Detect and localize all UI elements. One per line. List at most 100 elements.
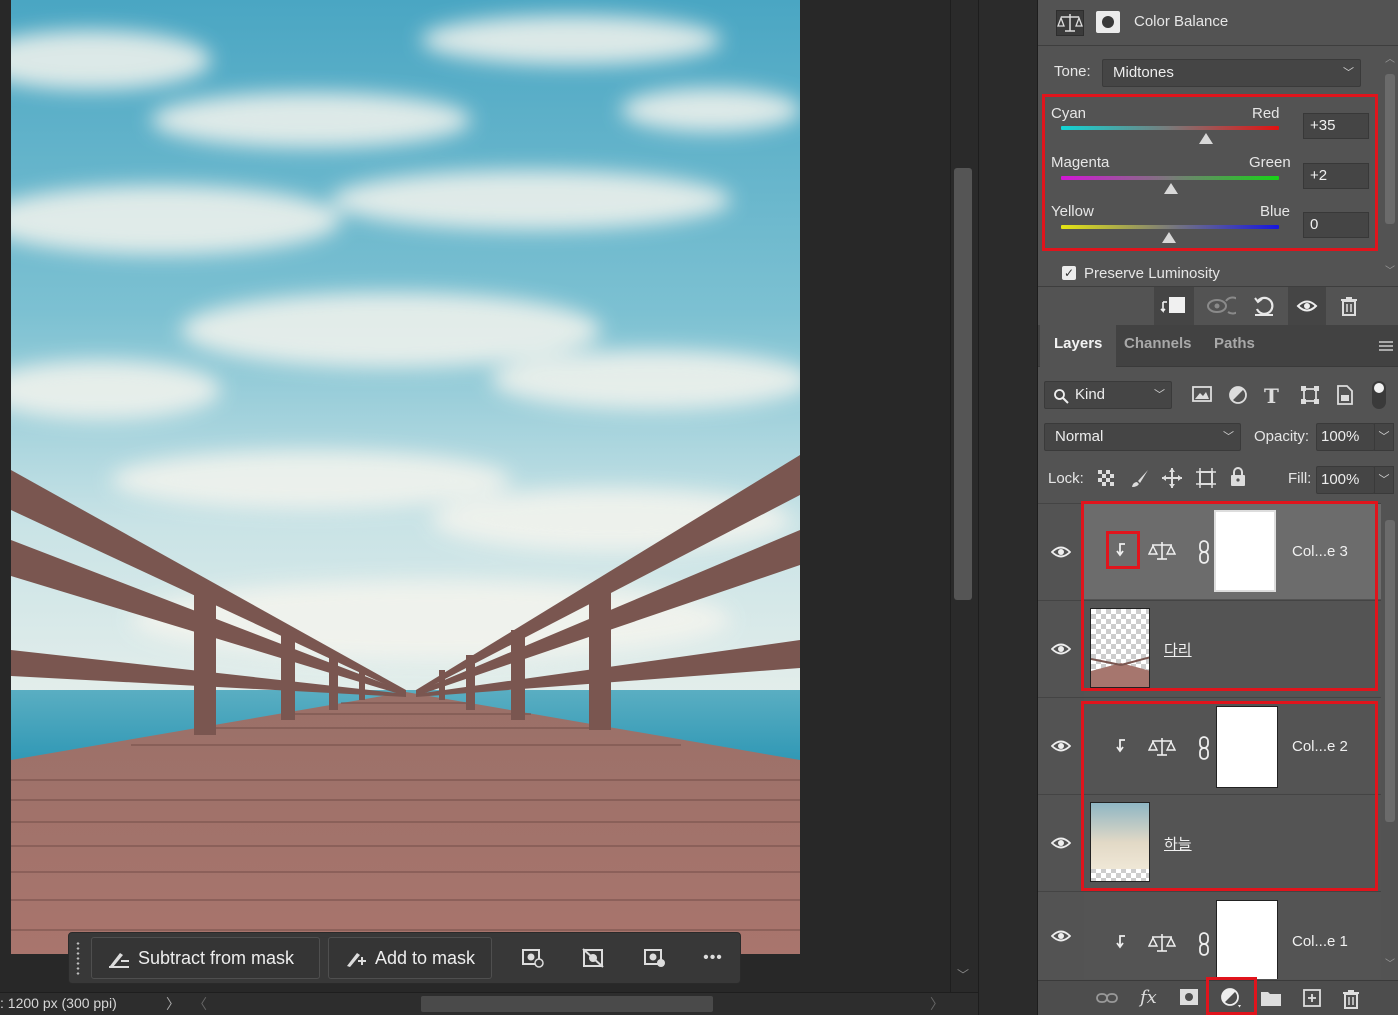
layers-scroll-thumb[interactable] bbox=[1385, 520, 1395, 822]
scroll-up-arrow-icon[interactable]: ︿ bbox=[1385, 50, 1395, 65]
lock-all-padlock-icon[interactable] bbox=[1229, 467, 1247, 490]
magenta-green-slider[interactable] bbox=[1061, 176, 1279, 180]
layer-row-color-balance-1[interactable]: Col...e 1 bbox=[1084, 891, 1381, 979]
add-mask-icon[interactable] bbox=[1180, 989, 1198, 1005]
horizontal-scroll-thumb[interactable] bbox=[421, 996, 713, 1012]
yellow-blue-value[interactable]: 0 bbox=[1303, 212, 1369, 238]
chain-link-icon[interactable] bbox=[1197, 540, 1211, 567]
filter-toggle-switch[interactable] bbox=[1372, 381, 1386, 409]
layer-name[interactable]: Col...e 1 bbox=[1292, 933, 1348, 950]
layer-thumbnail[interactable] bbox=[1090, 802, 1150, 882]
subtract-from-mask-label: Subtract from mask bbox=[138, 947, 295, 968]
chevron-down-icon: ﹀ bbox=[1343, 67, 1354, 79]
properties-scrollbar[interactable]: ︿ ﹀ bbox=[1382, 50, 1398, 280]
layer-visibility-toggle[interactable] bbox=[1038, 794, 1084, 890]
layer-visibility-toggle[interactable] bbox=[1038, 891, 1084, 979]
lock-image-pixels-brush-icon[interactable] bbox=[1130, 468, 1150, 491]
scroll-down-arrow-icon[interactable]: ﹀ bbox=[1385, 955, 1395, 970]
chain-link-icon[interactable] bbox=[1197, 932, 1211, 959]
properties-panel: Color Balance Tone: Midtones ﹀ Cyan Red … bbox=[1038, 0, 1398, 325]
tab-paths[interactable]: Paths bbox=[1200, 325, 1269, 367]
yellow-blue-slider-thumb[interactable] bbox=[1162, 232, 1176, 243]
color-balance-scales-icon[interactable] bbox=[1056, 10, 1084, 36]
subtract-from-mask-button[interactable]: Subtract from mask bbox=[91, 937, 320, 979]
blend-mode-dropdown[interactable]: Normal ﹀ bbox=[1044, 423, 1241, 451]
canvas-area[interactable]: ﹀ Subtract from mask Add to mask ••• bbox=[0, 0, 978, 992]
cyan-red-value[interactable]: +35 bbox=[1303, 113, 1369, 139]
mask-settings-icon[interactable] bbox=[519, 943, 547, 973]
status-menu-arrow-icon[interactable]: 〉 bbox=[166, 994, 180, 1014]
chevron-down-icon: ﹀ bbox=[1154, 389, 1165, 401]
more-options-icon[interactable]: ••• bbox=[699, 943, 727, 973]
scroll-down-arrow-icon[interactable]: ﹀ bbox=[1385, 262, 1395, 277]
fill-field[interactable]: 100% bbox=[1316, 466, 1375, 494]
layer-row-color-balance-3[interactable]: Col...e 3 bbox=[1084, 503, 1381, 599]
filter-pixel-image-icon[interactable] bbox=[1192, 385, 1212, 406]
filter-adjustment-icon[interactable] bbox=[1228, 385, 1248, 408]
add-to-mask-label: Add to mask bbox=[375, 947, 476, 968]
add-to-mask-button[interactable]: Add to mask bbox=[328, 937, 492, 979]
lock-position-move-icon[interactable] bbox=[1161, 467, 1183, 492]
layers-scrollbar[interactable]: ﹀ bbox=[1382, 500, 1398, 975]
filter-smart-object-icon[interactable] bbox=[1336, 385, 1354, 408]
magenta-green-slider-thumb[interactable] bbox=[1164, 183, 1178, 194]
opacity-field[interactable]: 100% bbox=[1316, 423, 1375, 451]
fill-chevron-icon[interactable]: ﹀ bbox=[1374, 466, 1394, 494]
scroll-left-arrow-icon[interactable]: 〈 bbox=[193, 994, 207, 1014]
yellow-blue-slider[interactable] bbox=[1061, 225, 1279, 229]
layer-name[interactable]: Col...e 3 bbox=[1292, 543, 1348, 560]
disable-mask-icon[interactable] bbox=[579, 943, 607, 973]
filter-type-icon[interactable]: T bbox=[1264, 384, 1279, 408]
clip-to-layer-icon[interactable] bbox=[1154, 287, 1194, 325]
mask-icon[interactable] bbox=[1096, 11, 1120, 33]
canvas-vertical-scroll-thumb[interactable] bbox=[954, 168, 972, 600]
scroll-down-arrow-icon[interactable]: ﹀ bbox=[954, 966, 972, 984]
layer-visibility-toggle[interactable] bbox=[1038, 697, 1084, 793]
opacity-chevron-icon[interactable]: ﹀ bbox=[1374, 423, 1394, 451]
layer-row-color-balance-2[interactable]: Col...e 2 bbox=[1084, 697, 1381, 793]
tone-label: Tone: bbox=[1054, 63, 1091, 80]
new-adjustment-layer-icon[interactable] bbox=[1220, 987, 1242, 1012]
scroll-right-arrow-icon[interactable]: 〉 bbox=[930, 994, 944, 1014]
lock-transparent-pixels-icon[interactable] bbox=[1098, 470, 1114, 486]
layer-row-bridge[interactable]: 다리 bbox=[1084, 600, 1381, 696]
cyan-red-slider-thumb[interactable] bbox=[1199, 133, 1213, 144]
view-mask-icon[interactable] bbox=[641, 943, 669, 973]
layer-name[interactable]: Col...e 2 bbox=[1292, 738, 1348, 755]
yellow-label: Yellow bbox=[1051, 203, 1094, 220]
link-layers-icon[interactable] bbox=[1096, 990, 1118, 1009]
tone-dropdown[interactable]: Midtones ﹀ bbox=[1102, 59, 1361, 87]
cyan-red-slider[interactable] bbox=[1061, 126, 1279, 130]
layer-mask-thumbnail[interactable] bbox=[1216, 706, 1278, 788]
layer-mask-thumbnail[interactable] bbox=[1214, 510, 1276, 592]
filter-shape-icon[interactable] bbox=[1300, 385, 1320, 408]
layer-style-fx-icon[interactable]: fx bbox=[1140, 987, 1157, 1008]
tab-layers[interactable]: Layers bbox=[1040, 325, 1117, 367]
new-group-folder-icon[interactable] bbox=[1260, 989, 1282, 1010]
layer-name[interactable]: 다리 bbox=[1164, 639, 1192, 660]
reset-icon[interactable] bbox=[1252, 294, 1276, 321]
filter-kind-dropdown[interactable]: Kind ﹀ bbox=[1044, 381, 1172, 409]
tab-channels[interactable]: Channels bbox=[1110, 325, 1206, 367]
lock-label: Lock: bbox=[1048, 470, 1084, 487]
layer-visibility-toggle[interactable] bbox=[1038, 503, 1084, 599]
search-icon bbox=[1053, 387, 1069, 413]
trash-icon[interactable] bbox=[1338, 295, 1360, 320]
layer-name[interactable]: 하늘 bbox=[1164, 833, 1192, 854]
panel-menu-icon[interactable] bbox=[1378, 339, 1394, 356]
document-image[interactable] bbox=[11, 0, 800, 954]
delete-layer-trash-icon[interactable] bbox=[1340, 988, 1362, 1013]
layer-visibility-toggle[interactable] bbox=[1038, 600, 1084, 696]
properties-scroll-thumb[interactable] bbox=[1385, 74, 1395, 224]
lock-artboard-icon[interactable] bbox=[1195, 467, 1217, 492]
layer-mask-thumbnail[interactable] bbox=[1216, 900, 1278, 979]
chain-link-icon[interactable] bbox=[1197, 736, 1211, 763]
view-previous-state-icon[interactable] bbox=[1206, 295, 1242, 320]
layer-thumbnail[interactable] bbox=[1090, 608, 1150, 688]
new-layer-icon[interactable] bbox=[1302, 988, 1322, 1011]
toggle-visibility-eye-icon[interactable] bbox=[1288, 287, 1326, 325]
preserve-luminosity-checkbox[interactable]: ✓ bbox=[1062, 266, 1076, 280]
layer-row-sky[interactable]: 하늘 bbox=[1084, 794, 1381, 890]
magenta-green-value[interactable]: +2 bbox=[1303, 163, 1369, 189]
toolbar-grip-handle[interactable] bbox=[75, 941, 81, 977]
